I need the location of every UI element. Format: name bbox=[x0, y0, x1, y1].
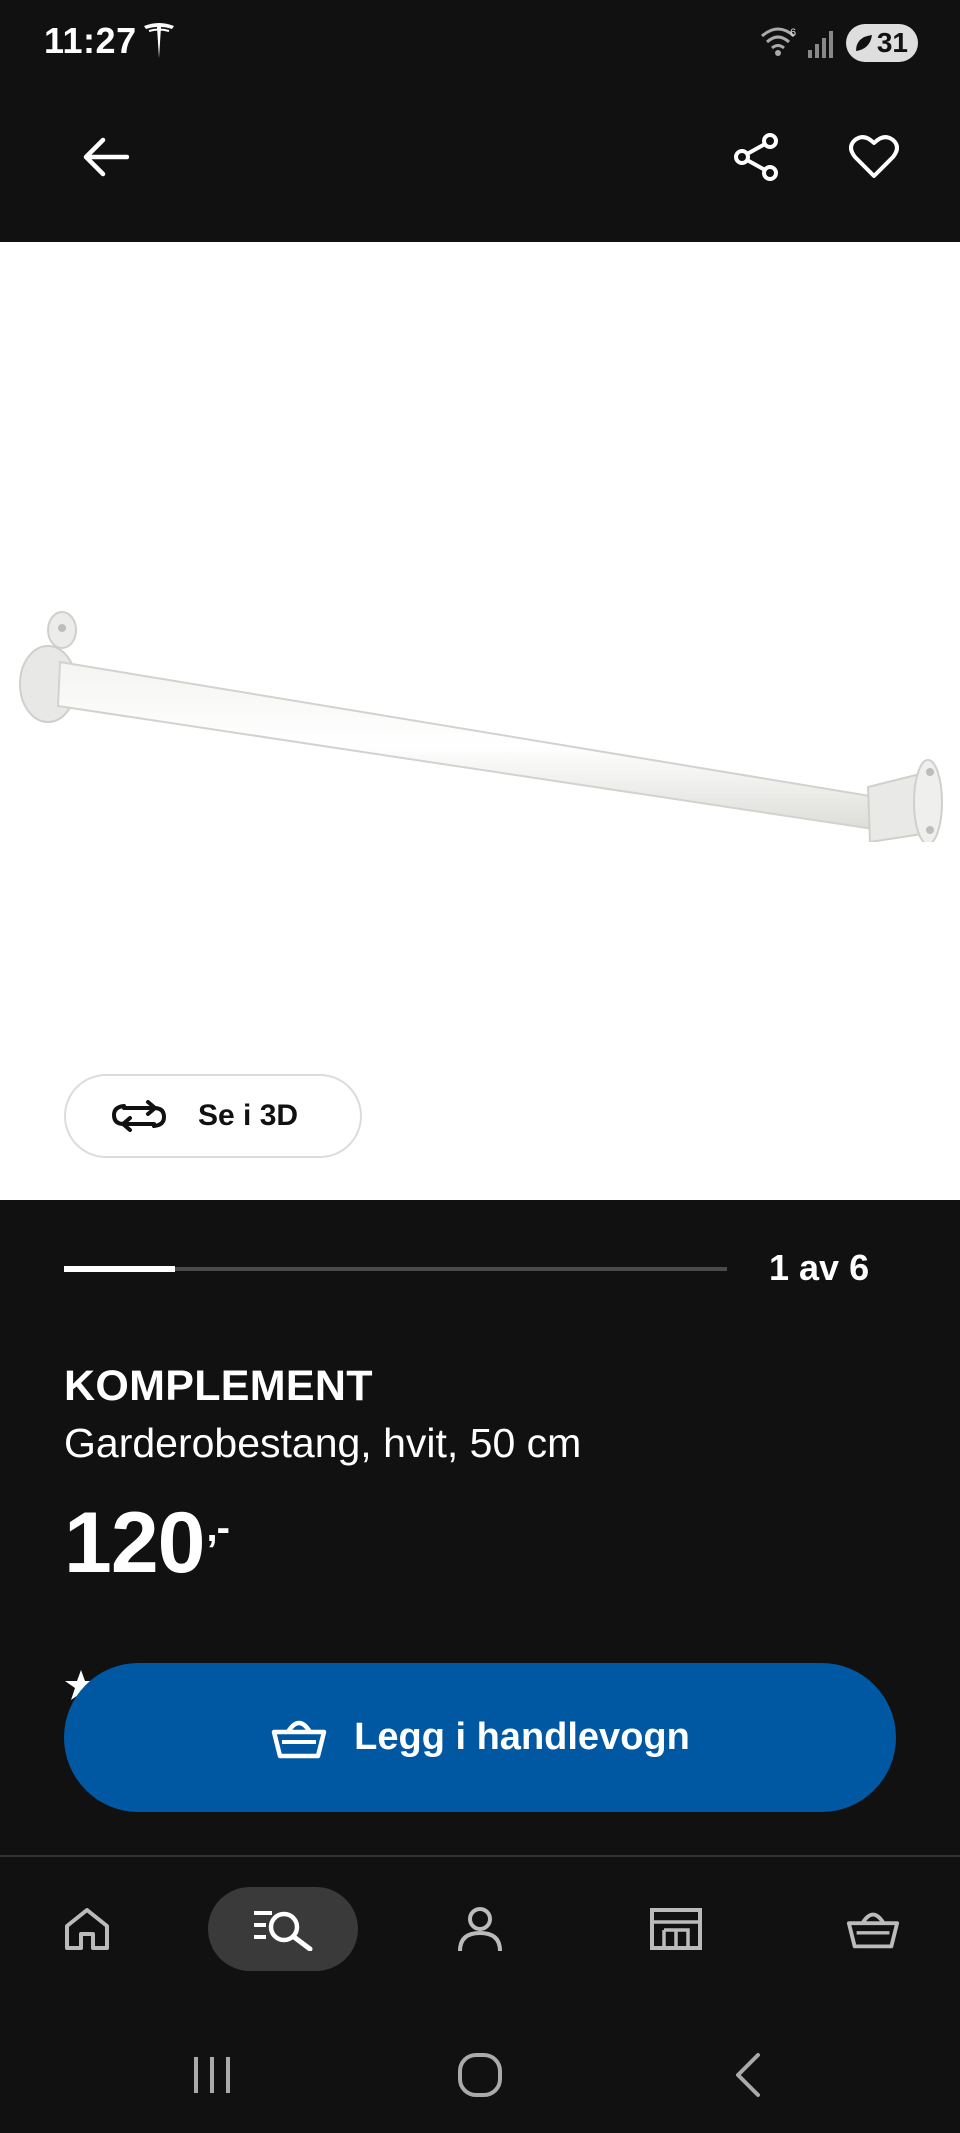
recent-apps-icon bbox=[194, 2057, 230, 2093]
product-name: KOMPLEMENT bbox=[64, 1362, 373, 1410]
battery-indicator: 31 bbox=[846, 24, 918, 62]
person-icon bbox=[458, 1907, 502, 1952]
add-to-cart-label: Legg i handlevogn bbox=[354, 1716, 690, 1758]
svg-text:6: 6 bbox=[790, 27, 796, 39]
back-chevron-icon bbox=[736, 2053, 760, 2097]
view-3d-button[interactable]: Se i 3D bbox=[64, 1074, 362, 1158]
nav-item-cart[interactable] bbox=[798, 1887, 948, 1971]
home-circle-icon bbox=[458, 2053, 502, 2097]
product-price: 120,- bbox=[64, 1494, 230, 1593]
nav-item-search[interactable] bbox=[208, 1887, 358, 1971]
product-image-gallery[interactable]: Se i 3D bbox=[0, 242, 960, 1200]
wifi-icon: 6 bbox=[761, 27, 796, 56]
rotate-3d-icon bbox=[111, 1100, 167, 1132]
tesla-icon bbox=[144, 23, 174, 58]
product-image bbox=[19, 611, 943, 842]
nav-item-profile[interactable] bbox=[405, 1887, 555, 1971]
battery-level: 31 bbox=[876, 27, 908, 58]
nav-item-store[interactable] bbox=[601, 1887, 751, 1971]
back-button[interactable] bbox=[66, 117, 146, 197]
gallery-progress-bar bbox=[64, 1266, 727, 1272]
status-time: 11:27 bbox=[44, 20, 137, 61]
basket-icon bbox=[846, 1912, 900, 1949]
gallery-counter: 1 av 6 bbox=[769, 1247, 870, 1288]
bottom-navigation bbox=[0, 1857, 960, 2007]
price-suffix: ,- bbox=[206, 1506, 230, 1550]
favorite-button[interactable] bbox=[834, 117, 914, 197]
basket-icon bbox=[271, 1720, 327, 1758]
back-arrow-icon bbox=[83, 137, 129, 177]
share-button[interactable] bbox=[717, 117, 797, 197]
gallery-progress-fill bbox=[64, 1266, 175, 1272]
recent-apps-button[interactable] bbox=[172, 2045, 252, 2105]
signal-icon bbox=[808, 31, 833, 58]
system-navigation-bar bbox=[0, 2007, 960, 2133]
home-icon bbox=[65, 1908, 109, 1950]
nav-item-home[interactable] bbox=[12, 1887, 162, 1971]
store-icon bbox=[650, 1908, 702, 1950]
power-saving-icon bbox=[856, 35, 872, 51]
view-3d-label: Se i 3D bbox=[198, 1099, 299, 1132]
share-icon bbox=[734, 133, 778, 181]
back-system-button[interactable] bbox=[708, 2045, 788, 2105]
product-description: Garderobestang, hvit, 50 cm bbox=[64, 1420, 582, 1466]
heart-icon bbox=[849, 135, 899, 178]
add-to-cart-button[interactable]: Legg i handlevogn bbox=[64, 1663, 896, 1812]
status-bar: 11:27 6 31 bbox=[0, 0, 960, 90]
home-system-button[interactable] bbox=[440, 2045, 520, 2105]
price-amount: 120 bbox=[64, 1495, 205, 1591]
search-list-icon bbox=[254, 1911, 313, 1951]
